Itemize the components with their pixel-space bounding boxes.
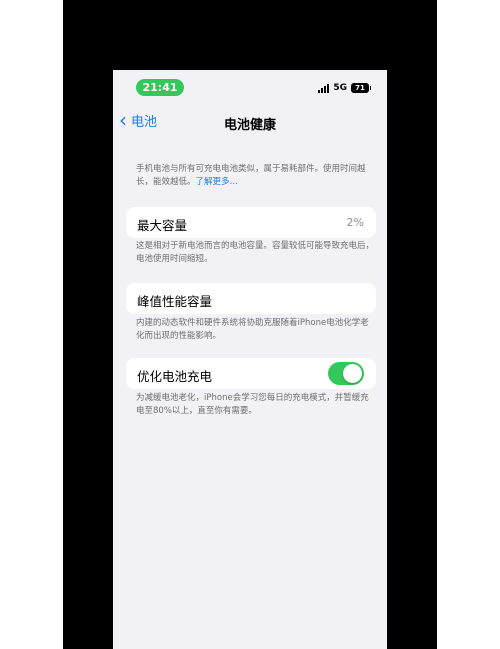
peak-performance-label: 峰值性能容量 [137,294,213,309]
toggle-knob [343,364,362,383]
signal-icon [318,83,330,93]
max-capacity-label: 最大容量 [137,218,188,233]
battery-icon: 71 [351,83,371,93]
optimized-charging-row: 优化电池充电 [126,358,376,389]
navigation-bar: ‹ 电池 电池健康 [113,106,387,134]
optimized-charging-description: 为减缓电池老化，iPhone会学习您每日的充电模式，并暂缓充电至80%以上，直至… [136,393,369,416]
optimized-charging-label: 优化电池充电 [137,369,213,384]
status-bar: 21:41 5G 71 [113,70,387,106]
peak-performance-description: 内建的动态软件和硬件系统将协助克服随着iPhone电池化学老化而出现的性能影响。 [136,318,369,341]
max-capacity-row: 最大容量 2% [126,207,376,238]
status-time: 21:41 [136,79,184,96]
learn-more-link[interactable]: 了解更多… [196,177,239,187]
network-type: 5G [333,83,347,93]
optimized-charging-toggle[interactable] [328,362,364,385]
max-capacity-value: 2% [346,216,364,229]
intro-text: 手机电池与所有可充电电池类似，属于易耗部件。使用时间越长，能效越低。 [136,164,366,187]
phone-screen: 21:41 5G 71 ‹ 电池 电池健康 手机电池与所有可充电电池类似，属于易… [113,70,387,649]
intro-description: 手机电池与所有可充电电池类似，属于易耗部件。使用时间越长，能效越低。了解更多… [136,163,376,189]
status-indicators: 5G 71 [318,82,371,94]
peak-performance-row: 峰值性能容量 [126,283,376,314]
max-capacity-description: 这是相对于新电池而言的电池容量。容量较低可能导致充电后，电池使用时间缩短。 [136,241,375,264]
page-title: 电池健康 [223,118,276,133]
